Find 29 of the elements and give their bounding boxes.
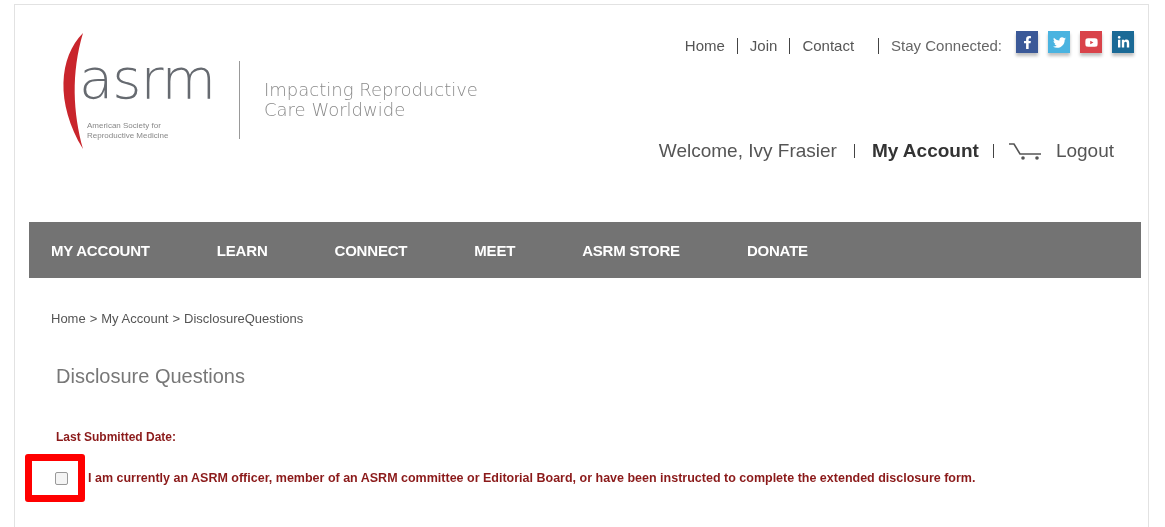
nav-item[interactable]: MEET bbox=[474, 241, 516, 259]
logo-subtitle: American Society for Reproductive Medicine bbox=[87, 121, 169, 141]
logout-link[interactable]: Logout bbox=[1055, 140, 1114, 162]
nav-item[interactable]: DONATE bbox=[746, 241, 808, 259]
breadcrumb-link[interactable]: My Account bbox=[101, 311, 169, 326]
nav-item[interactable]: MY ACCOUNT bbox=[51, 241, 150, 259]
nav-item[interactable]: LEARN bbox=[216, 241, 268, 259]
nav-item[interactable]: ASRM STORE bbox=[582, 241, 680, 259]
header-link[interactable]: Join bbox=[736, 38, 790, 54]
nav-item[interactable]: CONNECT bbox=[334, 241, 408, 259]
checkbox[interactable] bbox=[55, 471, 68, 485]
welcome-text: Welcome, Ivy Frasier bbox=[658, 140, 837, 162]
linkedin-icon[interactable] bbox=[1112, 31, 1134, 53]
header-link[interactable]: Contact bbox=[789, 38, 867, 54]
page-heading: Disclosure Questions bbox=[56, 365, 246, 388]
logo-wordmark: asrm bbox=[79, 51, 216, 107]
tagline: Impacting Reproductive Care Worldwide bbox=[264, 80, 478, 120]
stay-connected-label: Stay Connected: bbox=[878, 38, 1002, 54]
header-link[interactable]: Home bbox=[672, 38, 737, 54]
checkbox-label: I am currently an ASRM officer, member of an ASRM committee or Editorial Board, or have been instructed to complete the extended disclosure form. bbox=[88, 471, 976, 485]
cart-icon[interactable] bbox=[1007, 141, 1044, 161]
highlight-frame bbox=[25, 454, 85, 502]
breadcrumb-link[interactable]: Home bbox=[51, 311, 86, 326]
breadcrumb-link[interactable]: DisclosureQuestions bbox=[184, 311, 304, 326]
youtube-icon[interactable] bbox=[1080, 31, 1102, 53]
facebook-icon[interactable] bbox=[1016, 31, 1038, 53]
breadcrumb-separator: > bbox=[172, 311, 181, 326]
breadcrumb-separator: > bbox=[89, 311, 98, 326]
last-submitted-label: Last Submitted Date: bbox=[56, 430, 177, 444]
